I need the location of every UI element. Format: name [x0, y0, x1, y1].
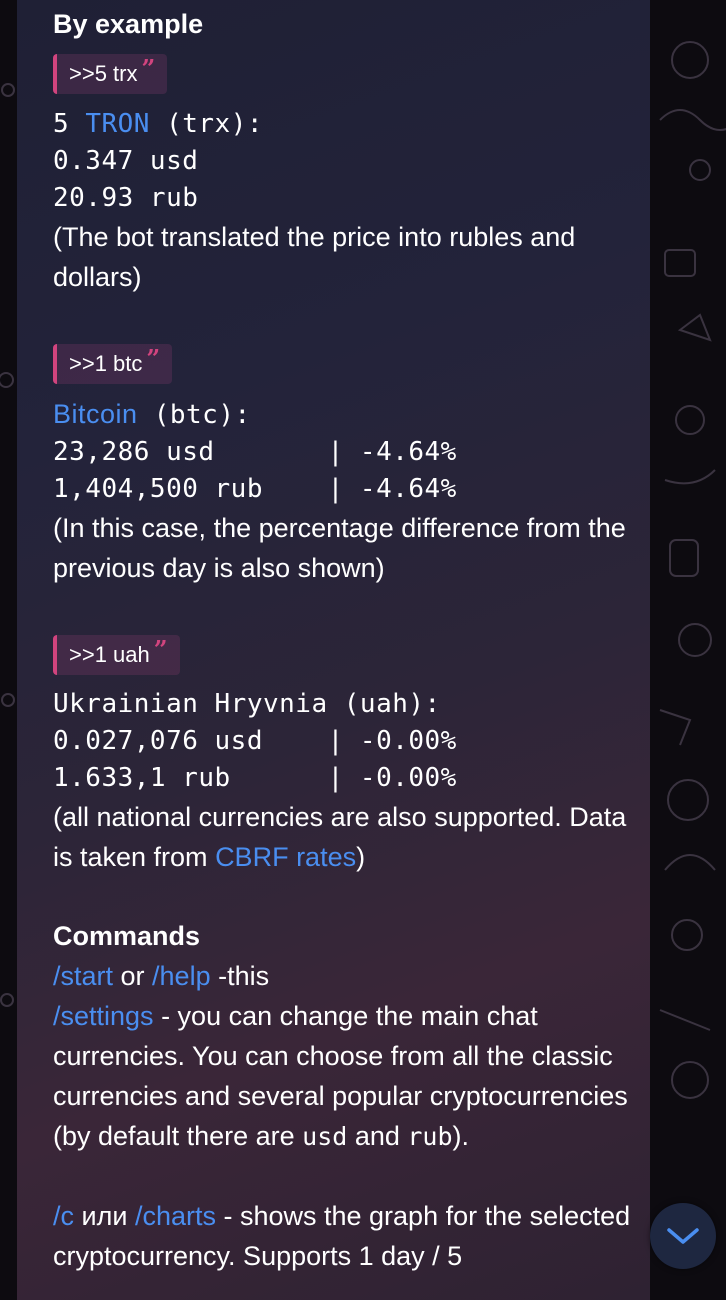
trx-result-title: 5 TRON (trx):: [53, 109, 264, 139]
command-start-help: /start or /help -this: [53, 961, 270, 991]
quote-mark-icon: ”: [153, 634, 168, 664]
tron-link[interactable]: TRON: [85, 109, 150, 139]
btc-result-title: Bitcoin (btc):: [53, 399, 251, 430]
section-heading-example: By example: [53, 9, 204, 39]
chevron-down-icon: [667, 1228, 699, 1244]
trx-usd-value: 0.347 usd: [53, 146, 199, 176]
quote-text: >>1 btc: [69, 351, 143, 376]
uah-result-title: Ukrainian Hryvnia (uah):: [53, 689, 441, 719]
settings-command-link[interactable]: /settings: [53, 1001, 154, 1031]
btc-usd-value: 23,286 usd | -4.64%: [53, 437, 457, 467]
message-bubble: By example >>5 trx” 5 TRON (trx): 0.347 …: [17, 0, 650, 1300]
uah-usd-value: 0.027,076 usd | -0.00%: [53, 726, 457, 756]
start-command-link[interactable]: /start: [53, 961, 113, 991]
quote-text: >>1 uah: [69, 642, 150, 667]
help-command-link[interactable]: /help: [152, 961, 211, 991]
command-settings: /settings - you can change the main chat…: [53, 1001, 628, 1151]
btc-note: (In this case, the percentage difference…: [53, 513, 626, 583]
bitcoin-link[interactable]: Bitcoin: [53, 399, 138, 429]
charts-command-link[interactable]: /charts: [135, 1201, 216, 1231]
btc-rub-value: 1,404,500 rub | -4.64%: [53, 474, 457, 504]
c-command-link[interactable]: /c: [53, 1201, 74, 1231]
quote-example-trx: >>5 trx”: [53, 53, 168, 94]
command-charts: /c или /charts - shows the graph for the…: [53, 1201, 631, 1271]
cbrf-rates-link[interactable]: CBRF rates: [215, 842, 356, 872]
trx-rub-value: 20.93 rub: [53, 183, 199, 213]
uah-rub-value: 1.633,1 rub | -0.00%: [53, 763, 457, 793]
quote-mark-icon: ”: [141, 53, 156, 83]
trx-note: (The bot translated the price into ruble…: [53, 222, 576, 292]
quote-text: >>5 trx: [69, 61, 138, 86]
section-heading-commands: Commands: [53, 921, 201, 951]
quote-mark-icon: ”: [146, 343, 161, 373]
quote-example-uah: >>1 uah”: [53, 635, 180, 675]
uah-note: (all national currencies are also suppor…: [53, 802, 627, 872]
scroll-to-bottom-button[interactable]: [650, 1203, 716, 1269]
quote-example-btc: >>1 btc”: [53, 343, 173, 384]
